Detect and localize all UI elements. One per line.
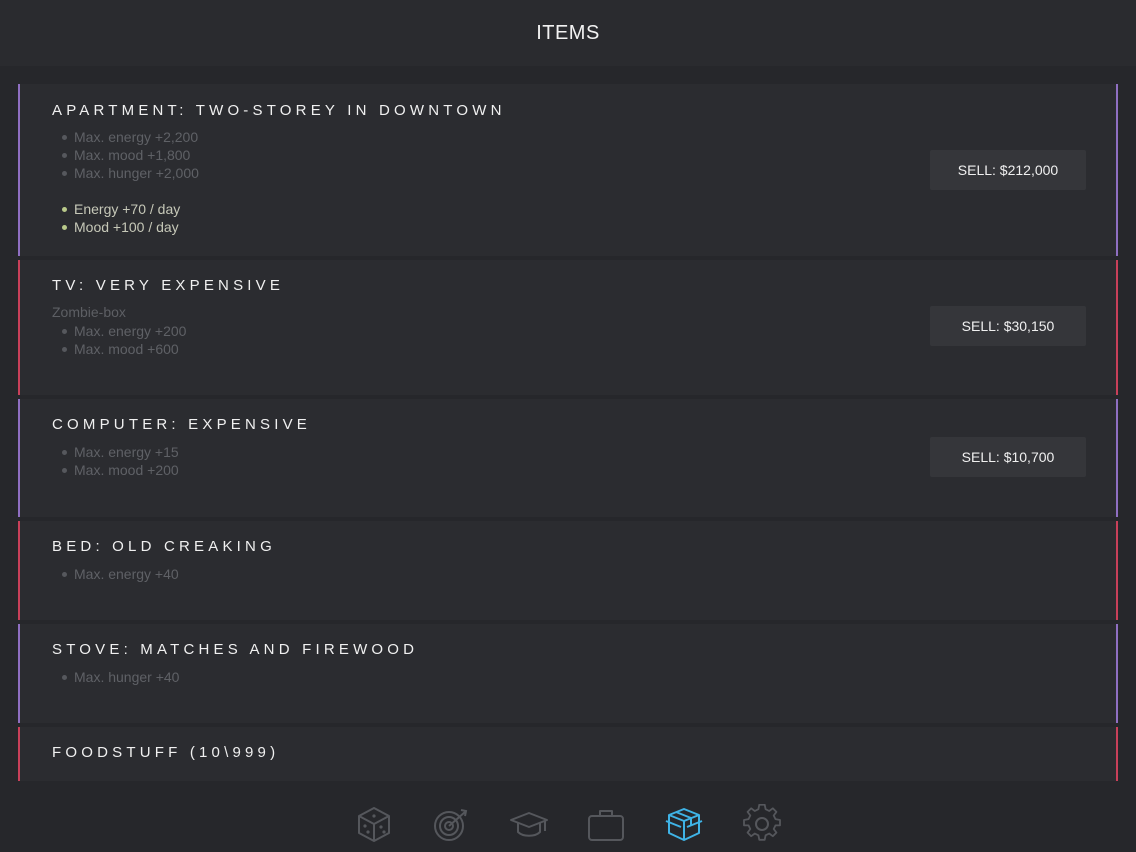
stat-line: Max. energy +200 (61, 323, 187, 339)
item-title: STOVE: MATCHES AND FIREWOOD (52, 641, 419, 658)
dice-icon (358, 807, 390, 842)
daily-stat-line: Mood +100 / day (62, 219, 179, 235)
tab-education[interactable] (509, 804, 549, 844)
item-card-apartment: APARTMENT: TWO-STOREY IN DOWNTOWN Max. e… (18, 84, 1118, 256)
tab-work[interactable] (586, 804, 626, 844)
sell-button[interactable]: SELL: $30,150 (930, 306, 1086, 346)
target-icon (434, 809, 468, 841)
item-title: COMPUTER: EXPENSIVE (52, 416, 312, 433)
item-card-tv: TV: VERY EXPENSIVE Zombie-box Max. energ… (18, 260, 1118, 395)
item-title: BED: OLD CREAKING (52, 538, 276, 555)
item-card-foodstuff: FOODSTUFF (10\999) (18, 727, 1118, 781)
stat-line: Max. energy +15 (62, 444, 179, 460)
page-title: ITEMS (536, 22, 600, 44)
box-icon (665, 808, 703, 841)
stat-line: Max. energy +40 (62, 566, 179, 582)
header-bar: ITEMS (0, 0, 1136, 66)
bottom-tab-bar (0, 796, 1136, 852)
stat-line: Max. mood +600 (62, 341, 179, 357)
tab-items[interactable] (664, 804, 704, 844)
item-title: FOODSTUFF (10\999) (52, 744, 280, 761)
tab-settings[interactable] (742, 804, 782, 844)
tab-goals[interactable] (431, 804, 471, 844)
stat-line: Max. mood +200 (62, 462, 179, 478)
item-card-computer: COMPUTER: EXPENSIVE Max. energy +15 Max.… (18, 399, 1118, 517)
item-card-bed: BED: OLD CREAKING Max. energy +40 (18, 521, 1118, 620)
sell-button[interactable]: SELL: $212,000 (930, 150, 1086, 190)
item-title: APARTMENT: TWO-STOREY IN DOWNTOWN (52, 102, 506, 119)
stat-line: Max. mood +1,800 (61, 147, 191, 163)
sell-button[interactable]: SELL: $10,700 (930, 437, 1086, 477)
stat-line: Max. hunger +40 (61, 669, 180, 685)
item-subtitle: Zombie-box (52, 304, 126, 320)
item-title: TV: VERY EXPENSIVE (52, 277, 285, 294)
daily-stat-line: Energy +70 / day (61, 201, 181, 217)
item-card-stove: STOVE: MATCHES AND FIREWOOD Max. hunger … (18, 624, 1118, 723)
tab-dice[interactable] (354, 804, 394, 844)
briefcase-icon (588, 810, 624, 841)
stat-line: Max. hunger +2,000 (62, 165, 199, 181)
stat-line: Max. energy +2,200 (61, 129, 199, 145)
items-list[interactable]: APARTMENT: TWO-STOREY IN DOWNTOWN Max. e… (18, 84, 1118, 781)
graduation-cap-icon (510, 812, 548, 837)
gear-icon (743, 804, 781, 841)
